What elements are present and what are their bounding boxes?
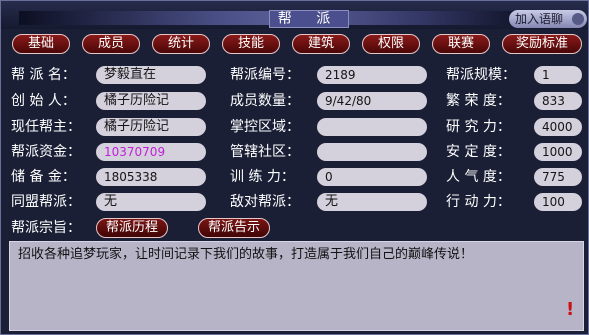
guild-history-button[interactable]: 帮派历程 — [96, 218, 168, 238]
founder-field: 橘子历险记 — [96, 92, 206, 110]
prosperity-field: 833 — [534, 92, 582, 110]
guild-motto-label: 帮派宗旨： — [11, 220, 81, 236]
guild-motto-text: 招收各种追梦玩家，让时间记录下我们的故事，打造属于我们自己的巅峰传说！ — [18, 247, 474, 262]
reserve-label: 储 备 金： — [11, 169, 76, 185]
enemy-guild-label: 敌对帮派： — [230, 194, 300, 210]
join-chat-label: 加入语聊 — [515, 12, 564, 26]
prosperity-label: 繁 荣 度： — [446, 93, 511, 109]
tab-league[interactable]: 联赛 — [432, 34, 490, 54]
reserve-field: 1805338 — [96, 168, 206, 186]
guild-id-field: 2189 — [317, 66, 427, 84]
tab-basic[interactable]: 基础 — [12, 34, 70, 54]
allied-guild-field: 无 — [96, 193, 206, 211]
guild-name-field: 梦毅直在 — [96, 66, 206, 84]
guild-id-label: 帮派编号： — [230, 67, 300, 83]
member-count-field: 9/42/80 — [317, 92, 427, 110]
research-power-field: 4000 — [534, 118, 582, 136]
stability-label: 安 定 度： — [446, 144, 511, 160]
tab-permissions[interactable]: 权限 — [362, 34, 420, 54]
popularity-label: 人 气 度： — [446, 169, 511, 185]
title-bar: 帮 派 加入语聊 — [1, 1, 588, 29]
popularity-field: 775 — [534, 168, 582, 186]
chat-toggle-icon — [572, 13, 584, 25]
enemy-guild-field: 无 — [317, 193, 427, 211]
guild-funds-field: 10370709 — [96, 143, 206, 161]
controlled-area-field — [317, 118, 427, 136]
guild-name-label: 帮 派 名： — [11, 67, 76, 83]
managed-community-label: 管辖社区： — [230, 144, 300, 160]
guild-window: 帮 派 加入语聊 基础 成员 统计 技能 建筑 权限 联赛 奖励标准 帮 派 名… — [0, 0, 589, 335]
tab-skills[interactable]: 技能 — [222, 34, 280, 54]
training-power-field: 0 — [317, 168, 427, 186]
controlled-area-label: 掌控区域： — [230, 119, 300, 135]
member-count-label: 成员数量： — [230, 93, 300, 109]
guild-scale-label: 帮派规模： — [446, 67, 516, 83]
join-chat-button[interactable]: 加入语聊 — [509, 10, 587, 28]
guild-scale-field: 1 — [534, 66, 582, 84]
action-power-field: 100 — [534, 193, 582, 211]
window-title: 帮 派 — [269, 10, 349, 28]
training-power-label: 训 练 力： — [230, 169, 295, 185]
tab-members[interactable]: 成员 — [82, 34, 140, 54]
allied-guild-label: 同盟帮派： — [11, 194, 81, 210]
current-leader-label: 现任帮主： — [11, 119, 81, 135]
action-power-label: 行 动 力： — [446, 194, 511, 210]
founder-label: 创 始 人： — [11, 93, 76, 109]
research-power-label: 研 究 力： — [446, 119, 511, 135]
tab-statistics[interactable]: 统计 — [152, 34, 210, 54]
alert-icon: ! — [566, 299, 575, 320]
current-leader-field: 橘子历险记 — [96, 118, 206, 136]
guild-notice-button[interactable]: 帮派告示 — [198, 218, 270, 238]
tab-buildings[interactable]: 建筑 — [292, 34, 350, 54]
stability-field: 1000 — [534, 143, 582, 161]
guild-funds-label: 帮派资金： — [11, 144, 81, 160]
tab-bar: 基础 成员 统计 技能 建筑 权限 联赛 奖励标准 — [1, 34, 589, 56]
guild-motto-text-box[interactable]: 招收各种追梦玩家，让时间记录下我们的故事，打造属于我们自己的巅峰传说！ — [9, 241, 584, 331]
tab-reward-standard[interactable]: 奖励标准 — [502, 34, 582, 54]
managed-community-field — [317, 143, 427, 161]
